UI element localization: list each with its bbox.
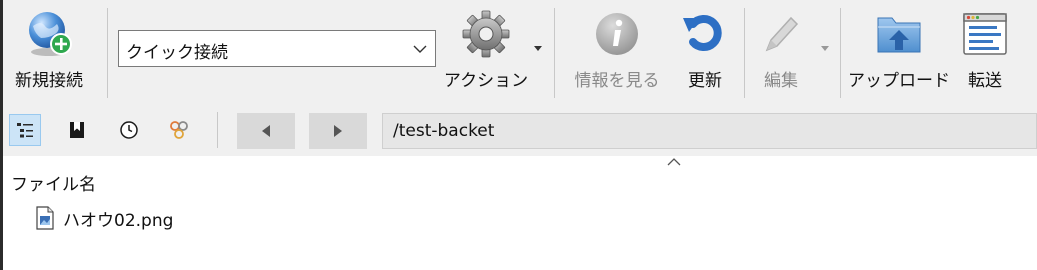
edit-button[interactable]: 編集: [751, 6, 811, 98]
bonjour-button[interactable]: [163, 114, 195, 146]
file-browser: ファイル名 ハオウ02.png: [3, 156, 1037, 270]
toolbar-separator: [840, 8, 841, 98]
sort-ascending-icon: [667, 158, 681, 166]
refresh-button[interactable]: 更新: [675, 6, 735, 98]
pencil-icon: [753, 6, 809, 62]
refresh-icon: [677, 6, 733, 62]
chevron-down-icon: [413, 45, 427, 53]
transfer-label: 転送: [968, 71, 1002, 91]
forward-button[interactable]: [309, 113, 367, 149]
transfer-window-icon: [957, 6, 1013, 62]
file-name: ハオウ02.png: [63, 210, 174, 231]
info-icon: [589, 6, 645, 62]
edit-dropdown-caret[interactable]: [821, 46, 829, 51]
info-button[interactable]: 情報を見る: [565, 6, 669, 98]
toolbar-separator: [744, 8, 745, 98]
browser-view-button[interactable]: [9, 114, 41, 146]
image-file-icon: [36, 206, 54, 230]
upload-label: アップロード: [848, 71, 950, 91]
new-connection-button[interactable]: 新規接続: [9, 6, 89, 98]
toolbar-separator: [554, 8, 555, 98]
bookmarks-button[interactable]: [61, 114, 93, 146]
quick-connect-combo[interactable]: クイック接続: [118, 30, 436, 67]
edit-label: 編集: [764, 71, 798, 91]
toolbar-separator: [107, 8, 108, 98]
forward-arrow-icon: [334, 125, 342, 137]
back-button[interactable]: [237, 113, 295, 149]
path-field[interactable]: /test-backet: [382, 113, 1037, 149]
action-dropdown-caret[interactable]: [534, 46, 542, 51]
transfer-button[interactable]: 転送: [955, 6, 1015, 98]
bonjour-icon: [170, 121, 188, 139]
path-value: /test-backet: [393, 121, 495, 141]
history-button[interactable]: [113, 114, 145, 146]
filename-column-header[interactable]: ファイル名: [11, 170, 96, 195]
folder-upload-icon: [871, 6, 927, 62]
gear-icon: [458, 6, 514, 62]
nav-separator: [217, 112, 218, 148]
tree-list-icon: [17, 123, 33, 138]
quick-connect-value: クイック接続: [126, 43, 228, 63]
globe-plus-icon: [21, 6, 77, 62]
refresh-label: 更新: [688, 71, 722, 91]
action-button[interactable]: アクション: [441, 6, 531, 98]
main-toolbar: 新規接続 クイック接続 アクション 情報を見る 更新 編集 アップロード 転送: [3, 0, 1037, 104]
upload-button[interactable]: アップロード: [848, 6, 950, 98]
back-arrow-icon: [262, 125, 270, 137]
new-connection-label: 新規接続: [15, 71, 83, 91]
info-label: 情報を見る: [574, 71, 660, 91]
action-label: アクション: [443, 71, 529, 91]
navigation-bar: /test-backet: [3, 104, 1037, 156]
clock-icon: [120, 121, 138, 139]
list-item[interactable]: ハオウ02.png: [35, 204, 173, 232]
bookmark-icon: [70, 122, 84, 138]
